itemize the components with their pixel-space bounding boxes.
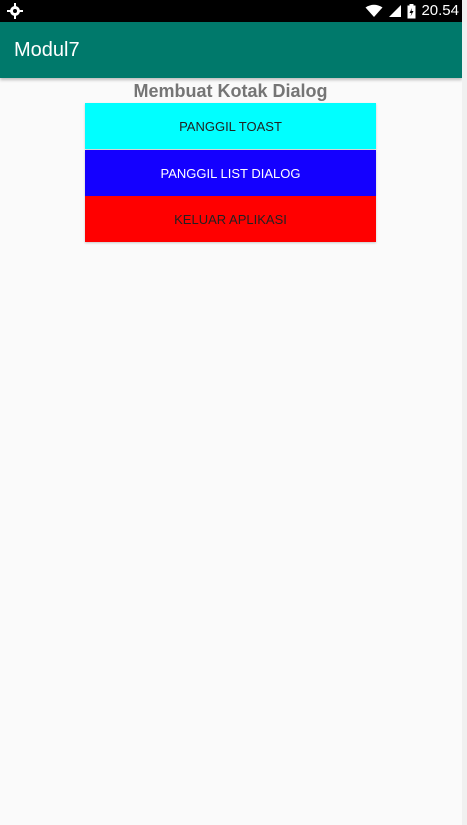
- signal-icon: [389, 5, 402, 17]
- exit-app-button[interactable]: KELUAR APLIKASI: [85, 196, 376, 242]
- app-screen: 20.54 Modul7 Membuat Kotak Dialog PANGGI…: [0, 0, 462, 825]
- status-time: 20.54: [421, 2, 459, 19]
- status-bar: 20.54: [0, 0, 462, 22]
- page-heading: Membuat Kotak Dialog: [133, 81, 328, 101]
- wifi-icon: [365, 4, 383, 17]
- status-icons: 20.54: [365, 0, 459, 22]
- app-title: Modul7: [14, 39, 80, 61]
- android-debug-icon: [7, 3, 23, 19]
- window-edge: [462, 0, 467, 825]
- list-dialog-button[interactable]: PANGGIL LIST DIALOG: [85, 150, 376, 196]
- toast-button[interactable]: PANGGIL TOAST: [85, 103, 376, 149]
- battery-icon: [407, 3, 416, 18]
- app-bar: Modul7: [0, 22, 462, 78]
